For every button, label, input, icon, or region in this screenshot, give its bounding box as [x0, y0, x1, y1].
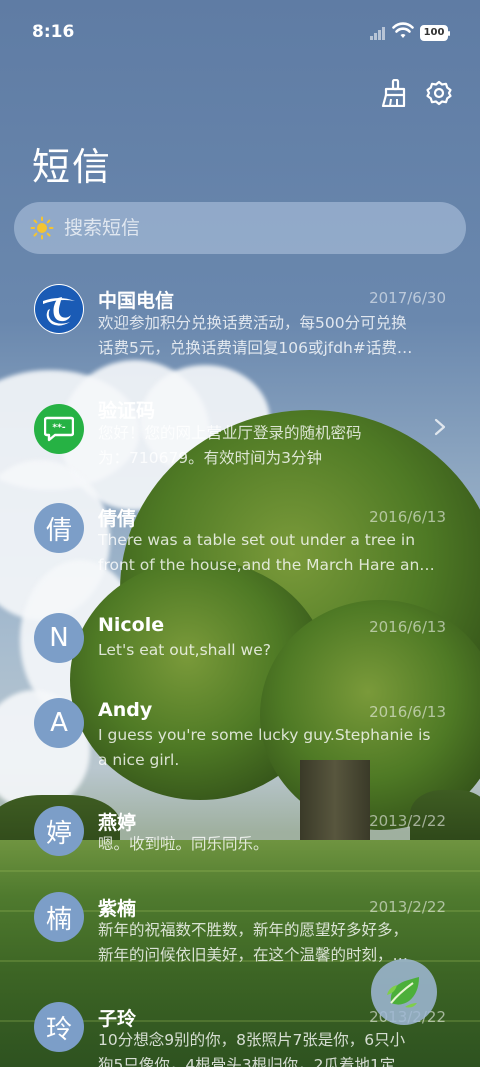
- message-preview: There was a table set out under a tree i…: [98, 531, 435, 574]
- message-preview: 嗯。收到啦。同乐同乐。: [98, 835, 269, 853]
- avatar: 楠: [34, 892, 84, 942]
- list-item[interactable]: 倩 倩倩 2016/6/13 There was a table set out…: [0, 492, 480, 592]
- message-preview: Let's eat out,shall we?: [98, 641, 271, 659]
- message-preview: 您好！您的网上营业厅登录的随机密码 为：710679。有效时间为3分钟: [98, 424, 362, 467]
- search-input[interactable]: [64, 217, 444, 239]
- message-bubble-icon: **-: [44, 416, 74, 442]
- gear-icon[interactable]: [424, 78, 454, 108]
- list-item[interactable]: 中国电信 2017/6/30 欢迎参加积分兑换话费活动，每500分可兑换 话费5…: [0, 272, 480, 372]
- broom-icon[interactable]: [378, 78, 408, 108]
- battery-icon: 100: [420, 25, 450, 41]
- svg-text:**-: **-: [52, 423, 65, 433]
- contact-name: Nicole: [98, 614, 165, 636]
- china-telecom-logo-icon: [35, 285, 83, 333]
- wifi-icon: [392, 22, 414, 38]
- message-date: 2016/6/13: [369, 508, 446, 526]
- status-bar: 8:16 100: [0, 0, 480, 68]
- message-preview: I guess you're some lucky guy.Stephanie …: [98, 726, 431, 769]
- avatar: A: [34, 698, 84, 748]
- list-item[interactable]: A Andy 2016/6/13 I guess you're some luc…: [0, 696, 480, 796]
- page-title: 短信: [32, 145, 113, 189]
- message-preview: 10分想念9别的你，8张照片7张是你，6只小 狗5只像你，4根骨头3根归你，2瓜…: [98, 1031, 406, 1067]
- leaf-icon: [387, 977, 419, 1008]
- avatar: 婷: [34, 806, 84, 856]
- contact-name: Andy: [98, 699, 153, 721]
- contact-name: 验证码: [98, 400, 156, 422]
- signal-icon: [370, 26, 388, 40]
- status-time: 8:16: [32, 22, 75, 42]
- message-date: 2013/2/22: [369, 812, 446, 830]
- avatar: [34, 284, 84, 334]
- message-date: 2016/6/13: [369, 703, 446, 721]
- message-preview: 欢迎参加积分兑换话费活动，每500分可兑换 话费5元，兑换话费请回复106或jf…: [98, 314, 413, 357]
- avatar: 倩: [34, 503, 84, 553]
- contact-name: 燕婷: [98, 812, 137, 834]
- list-item[interactable]: **- 验证码 您好！您的网上营业厅登录的随机密码 为：710679。有效时间为…: [0, 382, 480, 482]
- message-date: 2013/2/22: [369, 898, 446, 916]
- sun-icon: [30, 216, 54, 240]
- contact-name: 倩倩: [98, 508, 137, 530]
- avatar: **-: [34, 404, 84, 454]
- message-date: 2016/6/13: [369, 618, 446, 636]
- contact-name: 紫楠: [98, 898, 137, 920]
- contact-name: 中国电信: [98, 290, 175, 312]
- avatar: 玲: [34, 1002, 84, 1052]
- avatar: N: [34, 613, 84, 663]
- contact-name: 子玲: [98, 1008, 137, 1030]
- search-bar[interactable]: [14, 202, 466, 254]
- message-date: 2017/6/30: [369, 289, 446, 307]
- list-item[interactable]: N Nicole 2016/6/13 Let's eat out,shall w…: [0, 602, 480, 702]
- list-item[interactable]: 婷 燕婷 2013/2/22 嗯。收到啦。同乐同乐。: [0, 806, 480, 906]
- compose-button[interactable]: [371, 959, 437, 1025]
